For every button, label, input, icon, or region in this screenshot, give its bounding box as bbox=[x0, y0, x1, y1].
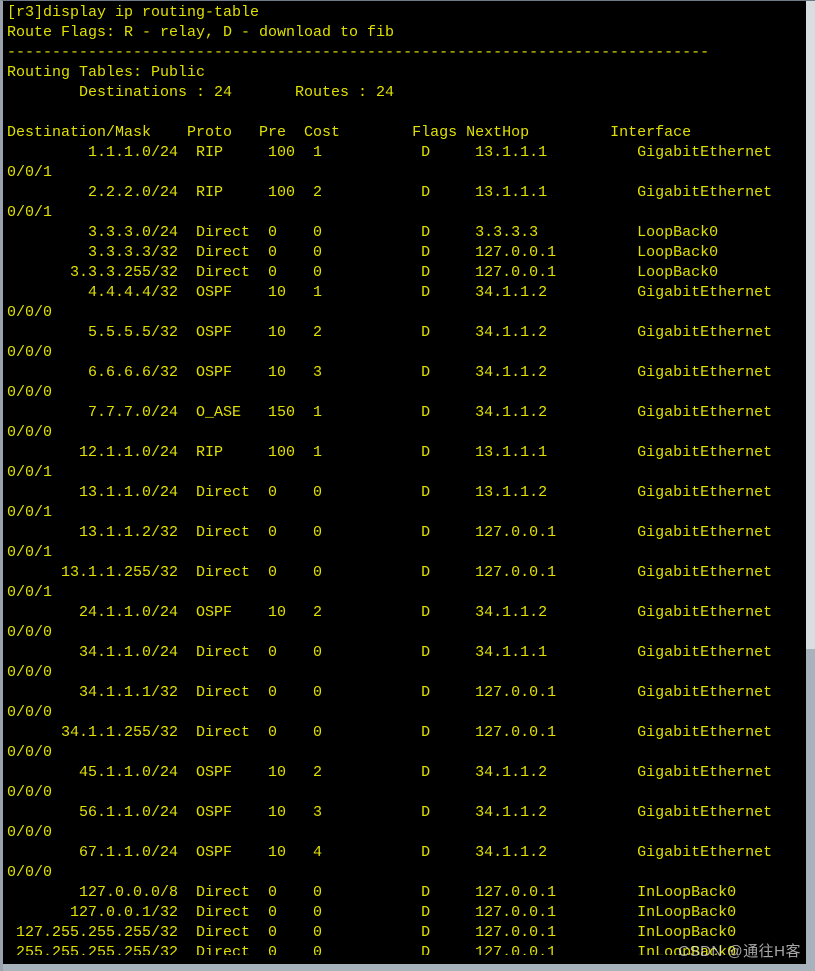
route-row-wrap: 0/0/1 bbox=[7, 164, 53, 181]
route-row-wrap: 0/0/0 bbox=[7, 304, 53, 321]
route-row-wrap: 0/0/1 bbox=[7, 464, 53, 481]
route-row: 7.7.7.0/24 O_ASE 150 1 D 34.1.1.2 Gigabi… bbox=[7, 404, 773, 421]
route-row: 56.1.1.0/24 OSPF 10 3 D 34.1.1.2 Gigabit… bbox=[7, 804, 773, 821]
table-header-row: Destination/Mask Proto Pre Cost Flags Ne… bbox=[7, 124, 692, 141]
route-row: 127.255.255.255/32 Direct 0 0 D 127.0.0.… bbox=[7, 924, 737, 941]
route-row: 2.2.2.0/24 RIP 100 2 D 13.1.1.1 GigabitE… bbox=[7, 184, 773, 201]
route-row-wrap: 0/0/1 bbox=[7, 544, 53, 561]
route-row-wrap: 0/0/0 bbox=[7, 344, 53, 361]
route-row: 6.6.6.6/32 OSPF 10 3 D 34.1.1.2 GigabitE… bbox=[7, 364, 773, 381]
route-row: 34.1.1.1/32 Direct 0 0 D 127.0.0.1 Gigab… bbox=[7, 684, 773, 701]
route-row: 13.1.1.0/24 Direct 0 0 D 13.1.1.2 Gigabi… bbox=[7, 484, 773, 501]
route-row-wrap: 0/0/0 bbox=[7, 824, 53, 841]
summary-line: Destinations : 24 Routes : 24 bbox=[7, 84, 395, 101]
route-row-wrap: 0/0/1 bbox=[7, 204, 53, 221]
vertical-scrollbar-thumb[interactable] bbox=[806, 1, 815, 649]
route-row: 12.1.1.0/24 RIP 100 1 D 13.1.1.1 Gigabit… bbox=[7, 444, 773, 461]
route-row: 34.1.1.255/32 Direct 0 0 D 127.0.0.1 Gig… bbox=[7, 724, 773, 741]
route-row: 3.3.3.0/24 Direct 0 0 D 3.3.3.3 LoopBack… bbox=[7, 224, 719, 241]
route-flags-line: Route Flags: R - relay, D - download to … bbox=[7, 24, 395, 41]
vertical-scrollbar[interactable] bbox=[806, 1, 815, 971]
route-row: 67.1.1.0/24 OSPF 10 4 D 34.1.1.2 Gigabit… bbox=[7, 844, 773, 861]
route-row-wrap: 0/0/0 bbox=[7, 424, 53, 441]
route-row: 4.4.4.4/32 OSPF 10 1 D 34.1.1.2 GigabitE… bbox=[7, 284, 773, 301]
route-row-wrap: 0/0/0 bbox=[7, 784, 53, 801]
route-row-wrap: 0/0/0 bbox=[7, 744, 53, 761]
route-row-wrap: 0/0/1 bbox=[7, 504, 53, 521]
route-row: 45.1.1.0/24 OSPF 10 2 D 34.1.1.2 Gigabit… bbox=[7, 764, 773, 781]
route-row-wrap: 0/0/1 bbox=[7, 584, 53, 601]
route-row-wrap: 0/0/0 bbox=[7, 864, 53, 881]
route-row: 34.1.1.0/24 Direct 0 0 D 34.1.1.1 Gigabi… bbox=[7, 644, 773, 661]
terminal-output[interactable]: [r3]display ip routing-table Route Flags:… bbox=[3, 1, 809, 971]
separator-line: ----------------------------------------… bbox=[7, 44, 710, 61]
route-row: 255.255.255.255/32 Direct 0 0 D 127.0.0.… bbox=[7, 944, 737, 955]
route-row: 13.1.1.255/32 Direct 0 0 D 127.0.0.1 Gig… bbox=[7, 564, 773, 581]
horizontal-scrollbar[interactable] bbox=[3, 964, 815, 971]
route-row-wrap: 0/0/0 bbox=[7, 704, 53, 721]
route-row-wrap: 0/0/0 bbox=[7, 384, 53, 401]
command-prompt-line: [r3]display ip routing-table bbox=[7, 4, 260, 21]
route-row: 24.1.1.0/24 OSPF 10 2 D 34.1.1.2 Gigabit… bbox=[7, 604, 773, 621]
route-row-wrap: 0/0/0 bbox=[7, 624, 53, 641]
routing-tables-line: Routing Tables: Public bbox=[7, 64, 206, 81]
route-row: 5.5.5.5/32 OSPF 10 2 D 34.1.1.2 GigabitE… bbox=[7, 324, 773, 341]
route-row: 1.1.1.0/24 RIP 100 1 D 13.1.1.1 GigabitE… bbox=[7, 144, 773, 161]
route-row-wrap: 0/0/0 bbox=[7, 664, 53, 681]
route-row: 127.0.0.0/8 Direct 0 0 D 127.0.0.1 InLoo… bbox=[7, 884, 737, 901]
route-row: 3.3.3.3/32 Direct 0 0 D 127.0.0.1 LoopBa… bbox=[7, 244, 719, 261]
route-row: 13.1.1.2/32 Direct 0 0 D 127.0.0.1 Gigab… bbox=[7, 524, 773, 541]
route-row: 127.0.0.1/32 Direct 0 0 D 127.0.0.1 InLo… bbox=[7, 904, 737, 921]
route-row: 3.3.3.255/32 Direct 0 0 D 127.0.0.1 Loop… bbox=[7, 264, 719, 281]
terminal-window: [r3]display ip routing-table Route Flags:… bbox=[0, 0, 815, 971]
